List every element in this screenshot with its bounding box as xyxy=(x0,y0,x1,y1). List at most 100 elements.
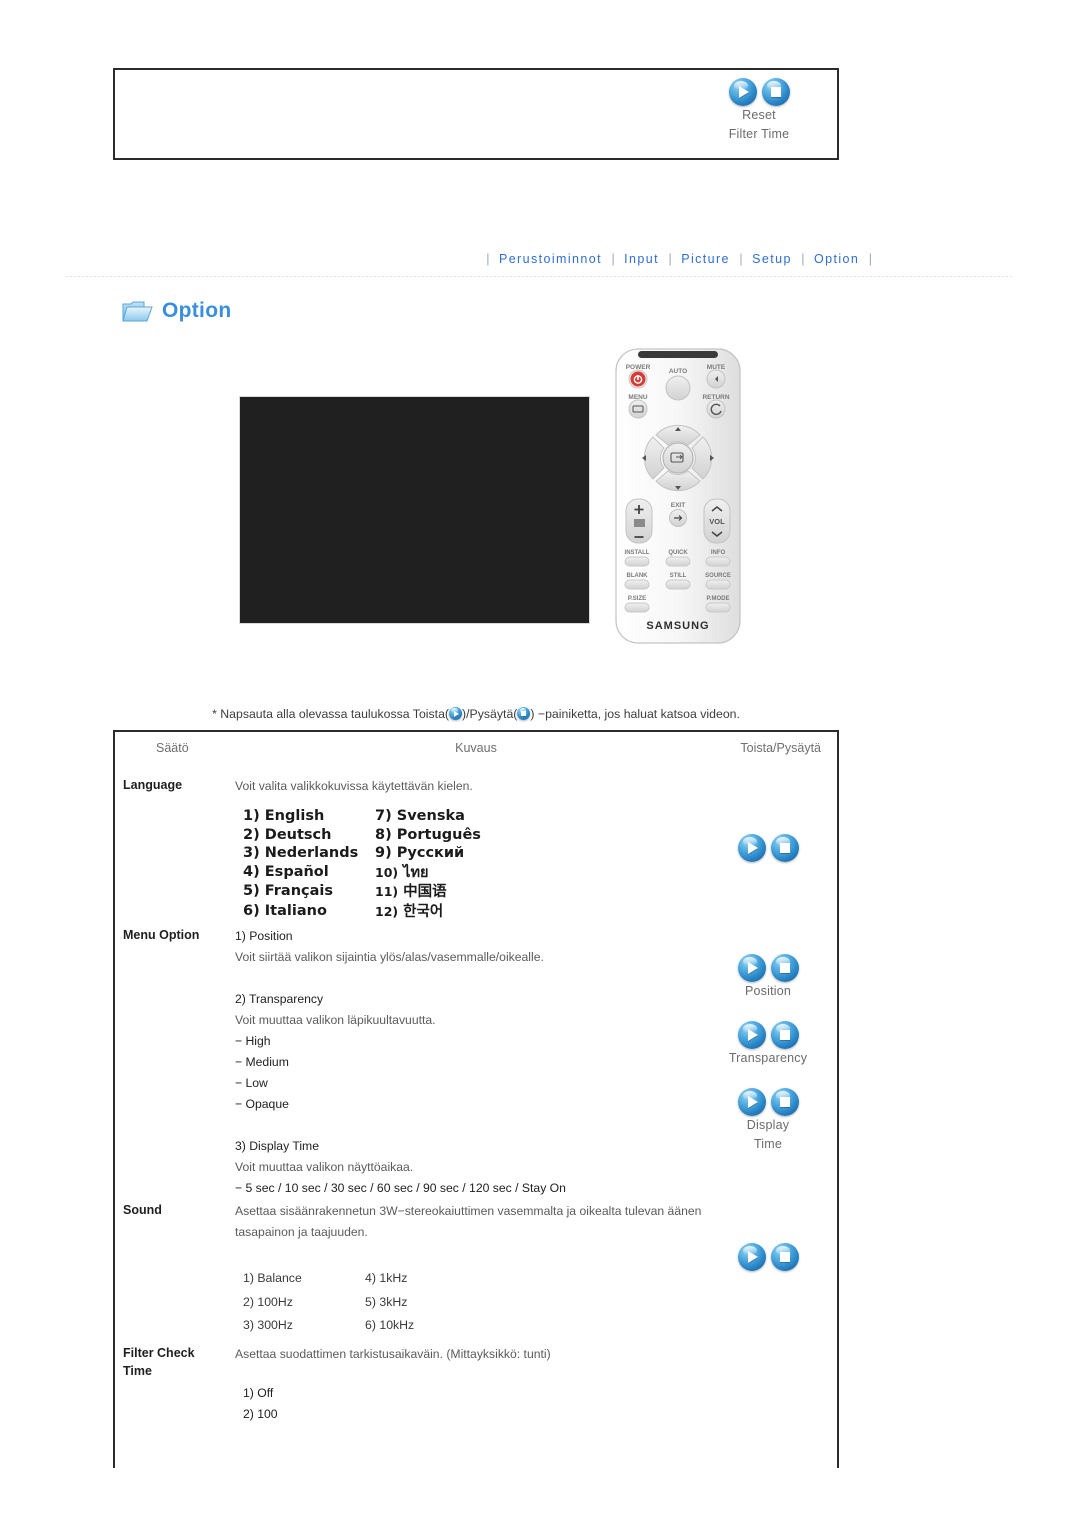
svg-text:EXIT: EXIT xyxy=(671,502,685,509)
svg-text:SAMSUNG: SAMSUNG xyxy=(646,620,709,632)
row-label-language: Language xyxy=(123,778,183,792)
lang-item: 5) Français xyxy=(243,883,333,899)
video-note: * Napsauta alla olevassa taulukossa Tois… xyxy=(113,707,839,721)
lang-item: 9) Русский xyxy=(375,845,465,861)
reset-caption: Reset xyxy=(742,108,776,122)
page-title-text: Option xyxy=(162,298,232,322)
filter-time-caption: Filter Time xyxy=(728,127,790,141)
table-row-language: Language Voit valita valikkokuvissa käyt… xyxy=(115,766,837,926)
note-suffix: ) −painiketta, jos haluat katsoa videon. xyxy=(530,707,740,721)
playstop-language xyxy=(709,834,827,862)
sub-title-transparency: 2) Transparency xyxy=(235,992,324,1006)
reset-filter-time-box: Reset Filter Time xyxy=(113,68,839,160)
stop-button[interactable] xyxy=(770,954,799,982)
playstop-label-time: Time xyxy=(753,1137,783,1151)
lang-item: 8) Português xyxy=(375,826,481,843)
play-button[interactable] xyxy=(737,954,766,982)
table-row-menu-option: Menu Option 1) Position Voit siirtää val… xyxy=(115,926,837,1201)
row-label-menu-option: Menu Option xyxy=(123,928,200,942)
playstop-label-display: Display xyxy=(746,1118,790,1132)
row-desc-language: Voit valita valikkokuvissa käytettävän k… xyxy=(235,779,473,793)
svg-text:INFO: INFO xyxy=(711,550,726,556)
row-desc-menu-option: 1) Position Voit siirtää valikon sijaint… xyxy=(235,926,715,1199)
note-middle: )/Pysäytä( xyxy=(462,707,518,721)
transparency-option-low: − Low xyxy=(235,1076,268,1090)
play-icon xyxy=(449,707,463,720)
filter-option-off: 1) Off xyxy=(243,1386,274,1400)
projector-osd-screen xyxy=(239,396,590,624)
play-button[interactable] xyxy=(728,78,757,106)
nav-separator: | xyxy=(668,252,672,266)
lang-item: 6) Italiano xyxy=(243,902,327,919)
row-desc-filter-check-time: Asettaa suodattimen tarkistusaikaväin. (… xyxy=(235,1344,715,1425)
row-label-filter-check-time: Filter Check Time xyxy=(123,1344,235,1380)
play-button[interactable] xyxy=(737,834,766,862)
sub-title-position: 1) Position xyxy=(235,929,293,943)
play-button[interactable] xyxy=(737,1243,766,1271)
transparency-option-high: − High xyxy=(235,1034,271,1048)
sub-title-display-time: 3) Display Time xyxy=(235,1139,319,1153)
nav-item-setup[interactable]: Setup xyxy=(749,252,795,266)
svg-text:INSTALL: INSTALL xyxy=(625,550,650,556)
remote-control-image: POWER AUTO MUTE MENU RETURN EXIT VOL INS… xyxy=(608,347,748,645)
sound-item-balance: 1) Balance xyxy=(243,1271,302,1285)
table-row-filter-check-time: Filter Check Time Asettaa suodattimen ta… xyxy=(115,1344,837,1454)
play-stop-button-pair xyxy=(699,78,819,106)
nav-separator: | xyxy=(611,252,615,266)
playstop-position: Position xyxy=(709,954,827,1001)
lang-item: 3) Nederlands xyxy=(243,845,359,861)
nav-divider xyxy=(66,276,1014,277)
display-time-options: − 5 sec / 10 sec / 30 sec / 60 sec / 90 … xyxy=(235,1181,566,1195)
nav-separator: | xyxy=(868,252,872,266)
playstop-sound xyxy=(709,1243,827,1271)
sound-desc-line1: Asettaa sisäänrakennetun 3W−stereokaiutt… xyxy=(235,1204,702,1218)
lang-item: 4) Español xyxy=(243,863,329,880)
svg-text:QUICK: QUICK xyxy=(668,550,688,556)
column-header-playstop: Toista/Pysäytä xyxy=(740,741,821,755)
svg-text:P.SIZE: P.SIZE xyxy=(628,596,646,602)
nav-item-input[interactable]: Input xyxy=(621,252,662,266)
nav-item-option[interactable]: Option xyxy=(811,252,862,266)
lang-item: 2) Deutsch xyxy=(243,826,332,843)
language-list-image: 1) English 7) Svenska 2) Deutsch 8) Port… xyxy=(243,808,481,921)
sound-item-3khz: 5) 3kHz xyxy=(365,1294,408,1309)
filter-desc: Asettaa suodattimen tarkistusaikaväin. (… xyxy=(235,1347,551,1361)
stop-button[interactable] xyxy=(770,1021,799,1049)
row-desc-sound: Asettaa sisäänrakennetun 3W−stereokaiutt… xyxy=(235,1201,715,1337)
nav-item-perustoiminnot[interactable]: Perustoiminnot xyxy=(496,252,605,266)
nav-separator: | xyxy=(801,252,805,266)
playstop-display-time: Display Time xyxy=(709,1088,827,1154)
sound-item-10khz: 6) 10kHz xyxy=(365,1318,415,1332)
column-header-description: Kuvaus xyxy=(455,741,497,755)
transparency-option-opaque: − Opaque xyxy=(235,1097,289,1111)
stop-button[interactable] xyxy=(770,1243,799,1271)
filter-option-100: 2) 100 xyxy=(243,1407,278,1421)
transparency-option-medium: − Medium xyxy=(235,1055,289,1069)
nav-item-picture[interactable]: Picture xyxy=(678,252,733,266)
stop-button[interactable] xyxy=(770,1088,799,1116)
play-button[interactable] xyxy=(737,1088,766,1116)
sound-desc-line2: tasapainon ja taajuuden. xyxy=(235,1225,368,1239)
note-prefix: * Napsauta alla olevassa taulukossa Tois… xyxy=(212,707,450,721)
row-label-sound: Sound xyxy=(123,1203,162,1217)
stop-button[interactable] xyxy=(761,78,790,106)
section-nav: | Perustoiminnot | Input | Picture | Set… xyxy=(0,252,1080,266)
filter-label-line1: Filter Check xyxy=(123,1346,195,1360)
sub-desc-position: Voit siirtää valikon sijaintia ylös/alas… xyxy=(235,950,544,964)
table-row-sound: Sound Asettaa sisäänrakennetun 3W−stereo… xyxy=(115,1201,837,1344)
svg-text:AUTO: AUTO xyxy=(669,368,687,375)
playstop-label-transparency: Transparency xyxy=(728,1051,808,1065)
svg-text:BLANK: BLANK xyxy=(627,573,649,579)
nav-separator: | xyxy=(739,252,743,266)
sound-item-100hz: 2) 100Hz xyxy=(243,1294,293,1309)
folder-icon xyxy=(122,298,153,323)
play-button[interactable] xyxy=(737,1021,766,1049)
lang-item: 1) English xyxy=(243,808,325,824)
table-header-row: Säätö Kuvaus Toista/Pysäytä xyxy=(115,732,837,766)
svg-text:STILL: STILL xyxy=(670,573,687,579)
stop-button[interactable] xyxy=(770,834,799,862)
sound-item-300hz: 3) 300Hz xyxy=(243,1318,293,1332)
svg-text:P.MODE: P.MODE xyxy=(707,596,730,602)
reset-filter-time-control: Reset Filter Time xyxy=(699,78,819,144)
filter-label-line2: Time xyxy=(123,1364,152,1378)
